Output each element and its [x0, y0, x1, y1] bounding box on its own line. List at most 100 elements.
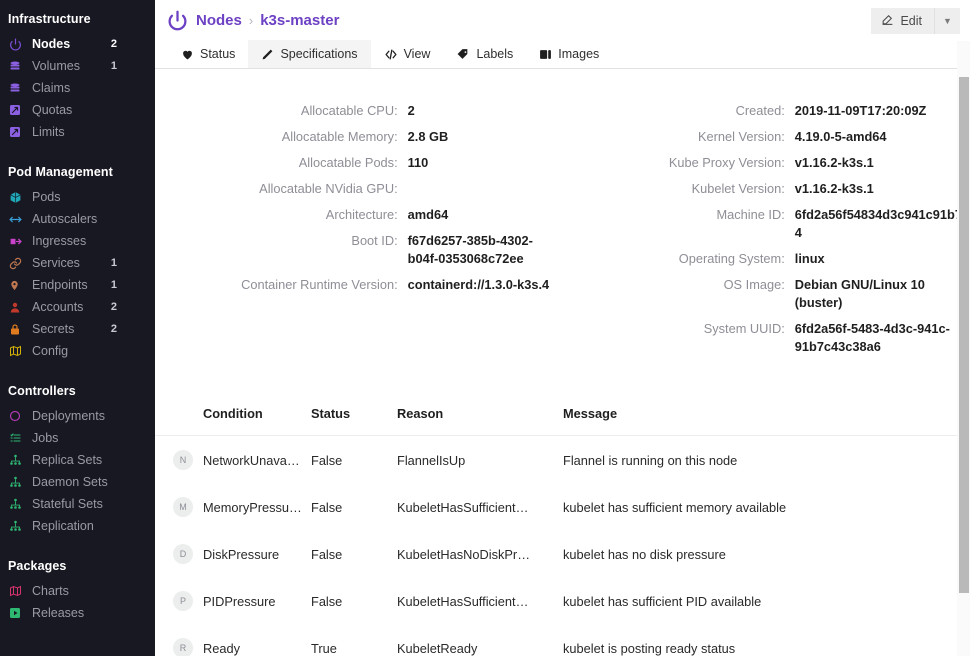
- sidebar-item-config[interactable]: Config: [0, 340, 155, 362]
- tab-view[interactable]: View: [371, 40, 444, 68]
- cell-message: kubelet has no disk pressure: [563, 546, 726, 562]
- sidebar-item-daemon-sets[interactable]: Daemon Sets: [0, 471, 155, 493]
- spec-value: amd64: [407, 207, 449, 222]
- cell-reason: FlannelIsUp: [397, 452, 466, 468]
- sidebar-item-deployments[interactable]: Deployments: [0, 405, 155, 427]
- sidebar-item-stateful-sets[interactable]: Stateful Sets: [0, 493, 155, 515]
- sidebar-item-count: 1: [110, 279, 117, 291]
- sidebar-item-label: Services: [32, 256, 80, 270]
- list-icon: [9, 431, 25, 445]
- avatar: N: [173, 450, 193, 470]
- sidebar-item-releases[interactable]: Releases: [0, 602, 155, 624]
- sidebar-group-title: Infrastructure: [8, 12, 91, 26]
- tab-status[interactable]: Status: [168, 40, 248, 68]
- sidebar-group-pod-management: Pod Management Pods Autoscalers Ingresses Se…: [0, 157, 155, 362]
- sidebar-item-charts[interactable]: Charts: [0, 580, 155, 602]
- spec-key: OS Image:: [723, 277, 785, 292]
- sidebar-item-label: Daemon Sets: [32, 475, 108, 489]
- sidebar-item-label: Jobs: [32, 431, 59, 445]
- cell-message: kubelet has sufficient PID available: [563, 593, 762, 609]
- table-row[interactable]: N NetworkUnava… False FlannelIsUp Flannel is…: [155, 436, 970, 484]
- pin-icon: [9, 278, 25, 292]
- spec-value: 2: [407, 103, 415, 118]
- table-row[interactable]: M MemoryPressu… False KubeletHasSufficient……: [155, 483, 970, 530]
- sidebar-item-quotas[interactable]: Quotas: [0, 99, 155, 121]
- cell-status: True: [311, 640, 337, 656]
- conditions-section: Condition Status Reason Message N NetworkUna…: [155, 364, 970, 656]
- sidebar: Infrastructure Nodes 2 Volumes 1 Claims Quotas…: [0, 0, 155, 656]
- tab-label: Labels: [476, 47, 514, 61]
- spec-row: OS Image: Debian GNU/Linux 10 (buster): [563, 276, 970, 312]
- table-header-message[interactable]: Message: [563, 406, 970, 436]
- cell-reason: KubeletHasSufficient…: [397, 593, 529, 609]
- sidebar-item-nodes[interactable]: Nodes 2: [0, 33, 155, 55]
- sidebar-group-spacer: [0, 145, 155, 157]
- spec-row: Container Runtime Version: containerd://1…: [155, 276, 563, 294]
- tab-bar: Status Specifications View Labels Images: [155, 40, 970, 69]
- avatar: M: [173, 497, 193, 517]
- map-icon: [9, 344, 25, 358]
- spec-row: Kube Proxy Version: v1.16.2-k3s.1: [563, 154, 970, 172]
- sidebar-item-label: Accounts: [32, 300, 84, 314]
- cell-message: Flannel is running on this node: [563, 452, 738, 468]
- pencil-square-icon: [881, 13, 894, 29]
- edit-button[interactable]: Edit: [871, 7, 934, 34]
- cell-reason: KubeletHasSufficient…: [397, 499, 529, 515]
- specifications-panel: Allocatable CPU: 2 Allocatable Memory: 2.8 …: [155, 70, 970, 364]
- sidebar-item-label: Deployments: [32, 409, 105, 423]
- table-header-status[interactable]: Status: [311, 406, 397, 436]
- spec-value: containerd://1.3.0-k3s.4: [407, 277, 550, 292]
- sidebar-item-label: Replica Sets: [32, 453, 103, 467]
- spec-value: [408, 180, 563, 198]
- cell-status: False: [311, 546, 343, 562]
- content-area: Allocatable CPU: 2 Allocatable Memory: 2.8 …: [155, 70, 970, 656]
- spec-key: Created:: [735, 103, 785, 118]
- spec-key: Allocatable CPU:: [300, 103, 398, 118]
- spec-row: Architecture: amd64: [155, 206, 563, 224]
- sidebar-item-replica-sets[interactable]: Replica Sets: [0, 449, 155, 471]
- sidebar-item-jobs[interactable]: Jobs: [0, 427, 155, 449]
- edit-dropdown-button[interactable]: ▼: [934, 7, 960, 34]
- vertical-scrollbar[interactable]: [957, 41, 970, 656]
- spec-row: Allocatable Pods: 110: [155, 154, 563, 172]
- sidebar-group-title: Pod Management: [8, 165, 113, 179]
- spec-key: Architecture:: [325, 207, 398, 222]
- spec-value: 6fd2a56f-5483-4d3c-941c-91b7c43c38a6: [794, 321, 950, 354]
- tab-images[interactable]: Images: [526, 40, 612, 68]
- pencil-icon: [261, 48, 274, 61]
- tab-labels[interactable]: Labels: [443, 40, 526, 68]
- sidebar-item-ingresses[interactable]: Ingresses: [0, 230, 155, 252]
- sidebar-item-replication[interactable]: Replication: [0, 515, 155, 537]
- sidebar-item-endpoints[interactable]: Endpoints 1: [0, 274, 155, 296]
- table-row[interactable]: D DiskPressure False KubeletHasNoDiskPr… kub…: [155, 530, 970, 577]
- breadcrumb-link-nodes[interactable]: Nodes: [196, 12, 242, 29]
- sidebar-group-title: Packages: [8, 559, 67, 573]
- spec-key: Container Runtime Version:: [241, 277, 398, 292]
- scrollbar-thumb[interactable]: [959, 77, 969, 593]
- spec-row: Allocatable Memory: 2.8 GB: [155, 128, 563, 146]
- app-root: Infrastructure Nodes 2 Volumes 1 Claims Quotas…: [0, 0, 970, 656]
- tab-specifications[interactable]: Specifications: [248, 40, 371, 68]
- spec-key: Kube Proxy Version:: [668, 155, 785, 170]
- spec-row: Created: 2019-11-09T17:20:09Z: [563, 102, 970, 120]
- table-header-condition[interactable]: Condition: [203, 406, 311, 436]
- table-row[interactable]: P PIDPressure False KubeletHasSufficient… ku…: [155, 577, 970, 624]
- network-icon: [9, 475, 25, 489]
- edit-button-label: Edit: [900, 13, 922, 28]
- table-row[interactable]: R Ready True KubeletReady kubelet is posting…: [155, 624, 970, 656]
- table-header-reason[interactable]: Reason: [397, 406, 563, 436]
- row-avatar-cell: P: [155, 577, 203, 624]
- sidebar-item-claims[interactable]: Claims: [0, 77, 155, 99]
- database-icon: [9, 81, 25, 95]
- sidebar-item-volumes[interactable]: Volumes 1: [0, 55, 155, 77]
- sidebar-item-label: Limits: [32, 125, 65, 139]
- sidebar-item-services[interactable]: Services 1: [0, 252, 155, 274]
- sidebar-item-autoscalers[interactable]: Autoscalers: [0, 208, 155, 230]
- sidebar-item-pods[interactable]: Pods: [0, 186, 155, 208]
- sidebar-item-accounts[interactable]: Accounts 2: [0, 296, 155, 318]
- conditions-table-body: N NetworkUnava… False FlannelIsUp Flannel is…: [155, 436, 970, 656]
- sidebar-item-secrets[interactable]: Secrets 2: [0, 318, 155, 340]
- spec-value: 2.8 GB: [407, 129, 449, 144]
- sidebar-item-limits[interactable]: Limits: [0, 121, 155, 143]
- table-header-avatar: [155, 406, 203, 436]
